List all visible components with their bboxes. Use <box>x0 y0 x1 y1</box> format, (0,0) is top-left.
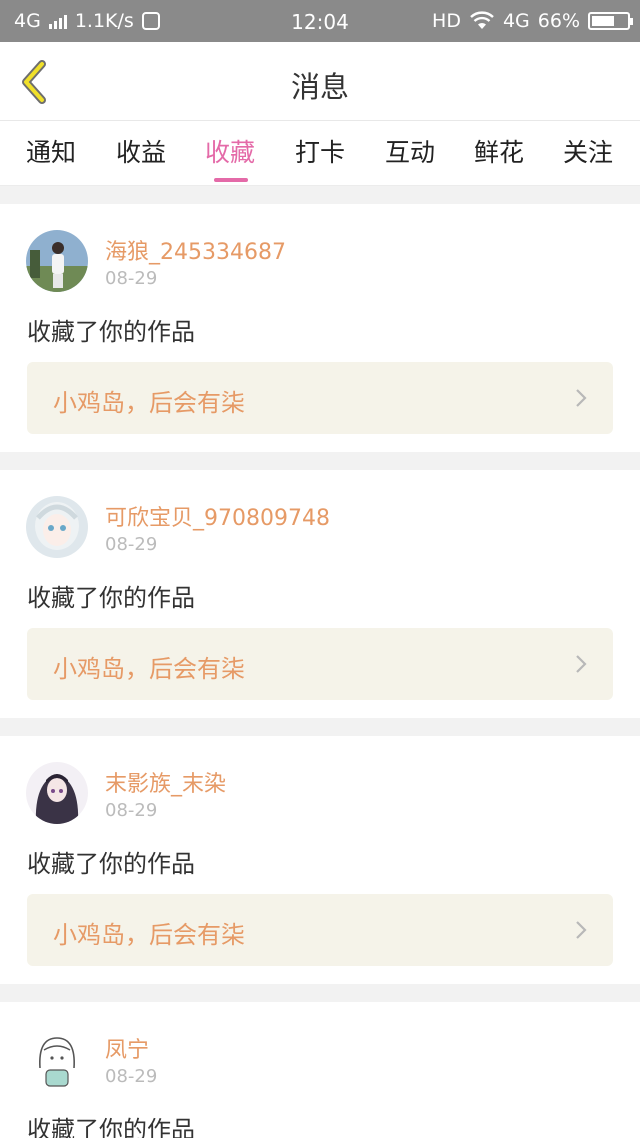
network-type-2: 4G <box>502 10 530 32</box>
tab-favorites[interactable]: 收藏 <box>190 133 270 182</box>
message-text: 收藏了你的作品 <box>27 1116 195 1138</box>
hd-label: HD <box>432 10 461 32</box>
work-link[interactable]: 小鸡岛，后会有柒 <box>27 894 613 966</box>
tab-interaction[interactable]: 互动 <box>370 133 450 169</box>
message-date: 08-29 <box>105 268 158 289</box>
active-tab-indicator <box>214 178 248 182</box>
tab-favorites-label: 收藏 <box>204 138 255 167</box>
tab-bar: 通知 收益 收藏 打卡 互动 鲜花 关注 <box>0 120 640 186</box>
chevron-right-icon <box>576 655 587 673</box>
wifi-icon <box>470 11 494 29</box>
username[interactable]: 可欣宝贝_970809748 <box>105 500 330 532</box>
work-title: 小鸡岛，后会有柒 <box>53 921 245 949</box>
username[interactable]: 凤宁 <box>105 1032 149 1064</box>
user-avatar[interactable] <box>26 230 88 292</box>
message-text: 收藏了你的作品 <box>27 850 195 878</box>
work-link[interactable]: 小鸡岛，后会有柒 <box>27 362 613 434</box>
app-header: 消息 <box>0 42 640 120</box>
status-right: HD 4G 66% <box>432 10 633 32</box>
chevron-right-icon <box>576 389 587 407</box>
tab-notifications[interactable]: 通知 <box>11 133 91 169</box>
message-date: 08-29 <box>105 534 158 555</box>
work-title: 小鸡岛，后会有柒 <box>53 389 245 417</box>
tab-following[interactable]: 关注 <box>548 133 628 169</box>
message-date: 08-29 <box>105 800 158 821</box>
tab-flowers[interactable]: 鲜花 <box>459 133 539 169</box>
battery-icon <box>588 12 633 30</box>
message-text: 收藏了你的作品 <box>27 584 195 612</box>
tab-earnings[interactable]: 收益 <box>101 133 181 169</box>
message-text: 收藏了你的作品 <box>27 318 195 346</box>
message-card: 可欣宝贝_970809748 08-29 收藏了你的作品 小鸡岛，后会有柒 <box>0 470 640 718</box>
user-avatar[interactable] <box>26 496 88 558</box>
message-card: 海狼_245334687 08-29 收藏了你的作品 小鸡岛，后会有柒 <box>0 204 640 452</box>
message-card: 末影族_末染 08-29 收藏了你的作品 小鸡岛，后会有柒 <box>0 736 640 984</box>
tab-checkin[interactable]: 打卡 <box>280 133 360 169</box>
work-link[interactable]: 小鸡岛，后会有柒 <box>27 628 613 700</box>
username[interactable]: 末影族_末染 <box>105 766 226 798</box>
work-title: 小鸡岛，后会有柒 <box>53 655 245 683</box>
user-avatar[interactable] <box>26 762 88 824</box>
user-avatar[interactable] <box>26 1028 88 1090</box>
message-date: 08-29 <box>105 1066 158 1087</box>
message-card: 凤宁 08-29 收藏了你的作品 <box>0 1002 640 1138</box>
status-bar: 4G 1.1K/s 12:04 HD 4G 66% <box>0 0 640 42</box>
chevron-right-icon <box>576 921 587 939</box>
battery-text: 66% <box>537 10 580 32</box>
page-title: 消息 <box>290 70 349 104</box>
username[interactable]: 海狼_245334687 <box>105 234 286 266</box>
battery-level <box>592 16 614 26</box>
